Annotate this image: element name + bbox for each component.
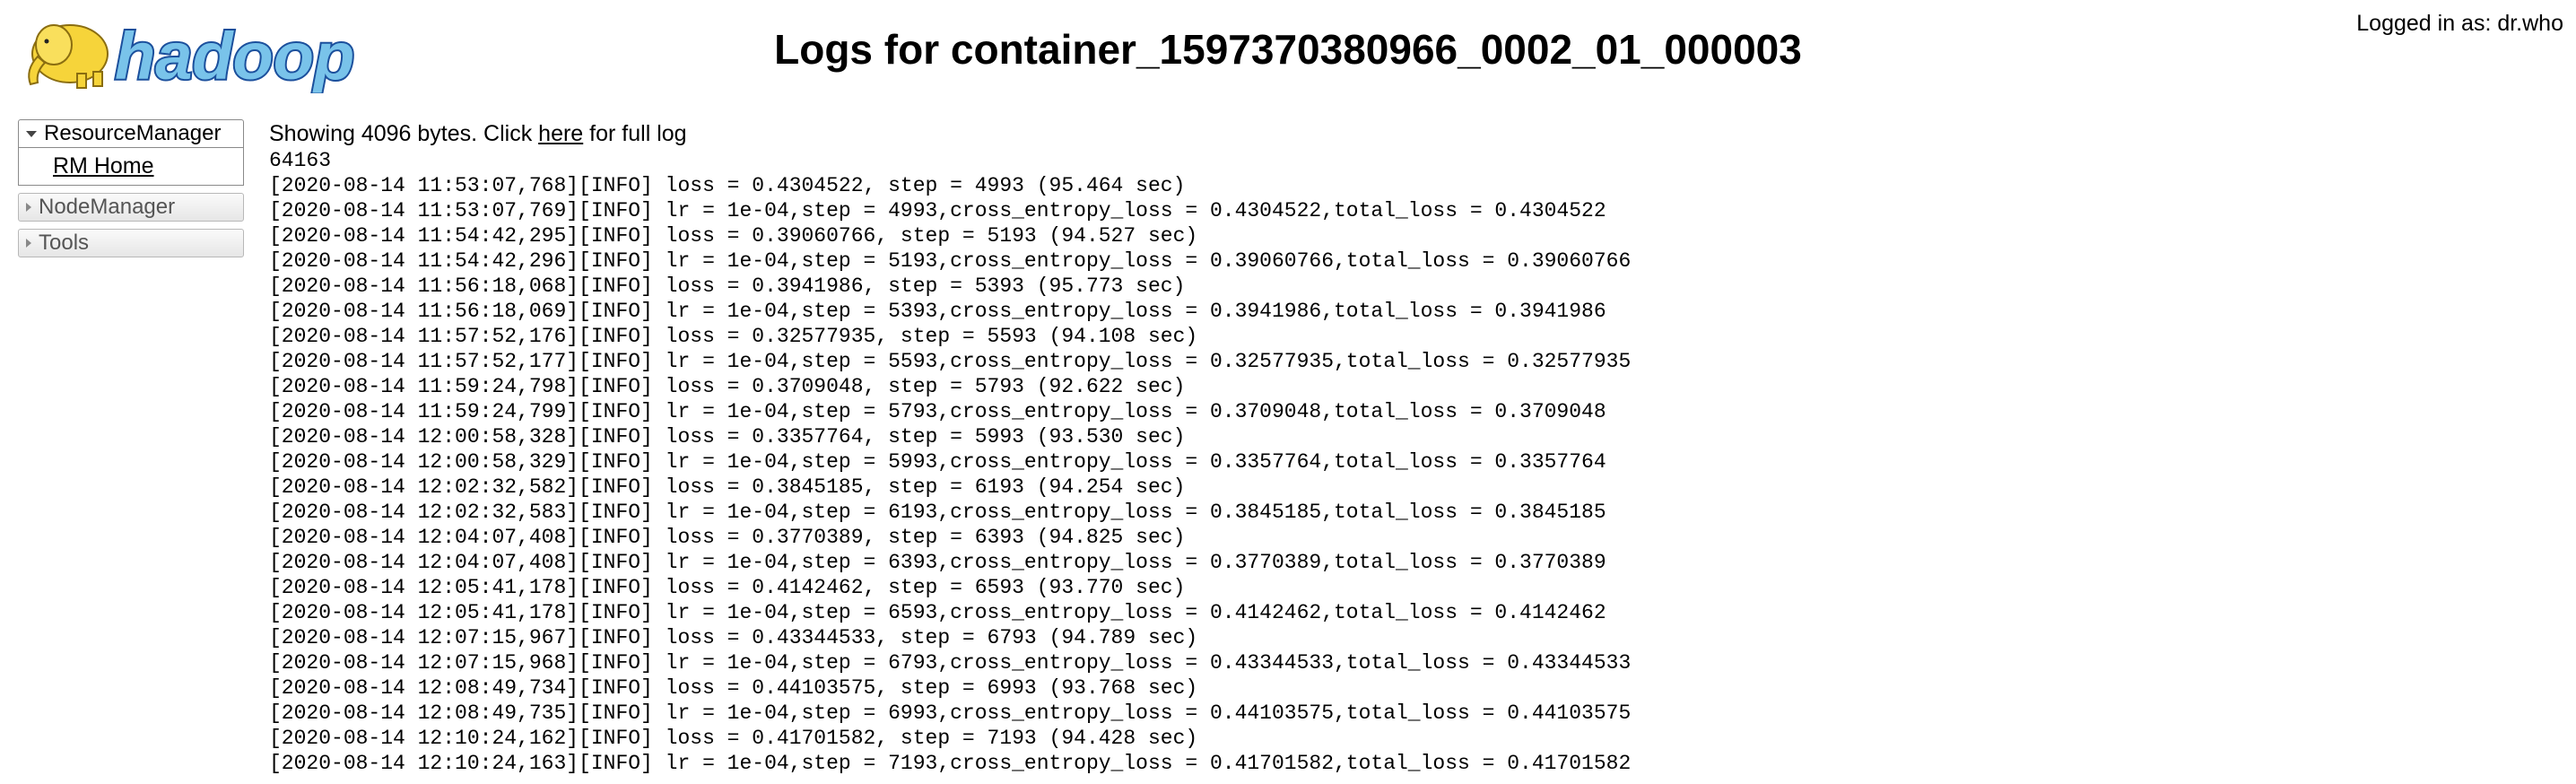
log-line: [2020-08-14 11:57:52,176][INFO] loss = 0… [269, 325, 1198, 348]
log-line: [2020-08-14 12:07:15,967][INFO] loss = 0… [269, 626, 1198, 649]
full-log-link[interactable]: here [538, 121, 583, 146]
log-line: [2020-08-14 11:57:52,177][INFO] lr = 1e-… [269, 350, 1632, 373]
log-line: [2020-08-14 12:08:49,734][INFO] loss = 0… [269, 676, 1198, 700]
nav-group-resourcemanager: ResourceManager RM Home [18, 119, 244, 186]
nav-body-resourcemanager: RM Home [18, 148, 244, 186]
nav-group-tools: Tools [18, 229, 244, 257]
main-content: Showing 4096 bytes. Click here for full … [269, 119, 2576, 776]
log-line: [2020-08-14 12:10:24,162][INFO] loss = 0… [269, 727, 1198, 750]
log-line: [2020-08-14 12:04:07,408][INFO] loss = 0… [269, 526, 1186, 549]
log-line: [2020-08-14 11:59:24,799][INFO] lr = 1e-… [269, 400, 1606, 423]
rm-home-link[interactable]: RM Home [53, 153, 154, 179]
nav-header-nodemanager[interactable]: NodeManager [18, 193, 244, 222]
log-line: [2020-08-14 12:08:49,735][INFO] lr = 1e-… [269, 701, 1632, 725]
log-line: [2020-08-14 12:10:24,163][INFO] lr = 1e-… [269, 752, 1632, 775]
sidebar-nav: ResourceManager RM Home NodeManager Tool… [18, 119, 244, 265]
nav-header-tools[interactable]: Tools [18, 229, 244, 257]
log-line: [2020-08-14 11:56:18,069][INFO] lr = 1e-… [269, 300, 1606, 323]
log-line: [2020-08-14 11:53:07,768][INFO] loss = 0… [269, 174, 1186, 197]
log-line: [2020-08-14 12:00:58,329][INFO] lr = 1e-… [269, 450, 1606, 474]
log-size-notice: Showing 4096 bytes. Click here for full … [269, 119, 2576, 148]
nav-header-label: NodeManager [39, 195, 176, 219]
log-line: [2020-08-14 12:02:32,583][INFO] lr = 1e-… [269, 501, 1606, 524]
triangle-right-icon [26, 239, 31, 248]
log-line: [2020-08-14 12:04:07,408][INFO] lr = 1e-… [269, 551, 1606, 574]
log-line: [2020-08-14 12:07:15,968][INFO] lr = 1e-… [269, 651, 1632, 675]
showing-prefix: Showing 4096 bytes. Click [269, 121, 539, 146]
nav-header-resourcemanager[interactable]: ResourceManager [18, 119, 244, 148]
log-line: [2020-08-14 12:05:41,178][INFO] lr = 1e-… [269, 601, 1606, 624]
log-output: 64163 [2020-08-14 11:53:07,768][INFO] los… [269, 148, 2576, 776]
log-line: [2020-08-14 11:53:07,769][INFO] lr = 1e-… [269, 199, 1606, 222]
showing-suffix: for full log [583, 121, 687, 146]
log-line: [2020-08-14 11:56:18,068][INFO] loss = 0… [269, 274, 1186, 298]
nav-header-label: Tools [39, 231, 90, 255]
nav-group-nodemanager: NodeManager [18, 193, 244, 222]
log-line: [2020-08-14 11:59:24,798][INFO] loss = 0… [269, 375, 1186, 398]
log-line: [2020-08-14 11:54:42,295][INFO] loss = 0… [269, 224, 1198, 248]
login-info: Logged in as: dr.who [2356, 11, 2563, 36]
page-title: Logs for container_1597370380966_0002_01… [774, 26, 1802, 73]
triangle-down-icon [26, 130, 37, 137]
triangle-right-icon [26, 203, 31, 212]
log-line: [2020-08-14 11:54:42,296][INFO] lr = 1e-… [269, 249, 1632, 273]
log-line: [2020-08-14 12:05:41,178][INFO] loss = 0… [269, 576, 1186, 599]
log-line: 64163 [269, 149, 332, 172]
log-line: [2020-08-14 12:02:32,582][INFO] loss = 0… [269, 475, 1186, 499]
log-line: [2020-08-14 12:00:58,328][INFO] loss = 0… [269, 425, 1186, 449]
nav-header-label: ResourceManager [44, 121, 222, 145]
